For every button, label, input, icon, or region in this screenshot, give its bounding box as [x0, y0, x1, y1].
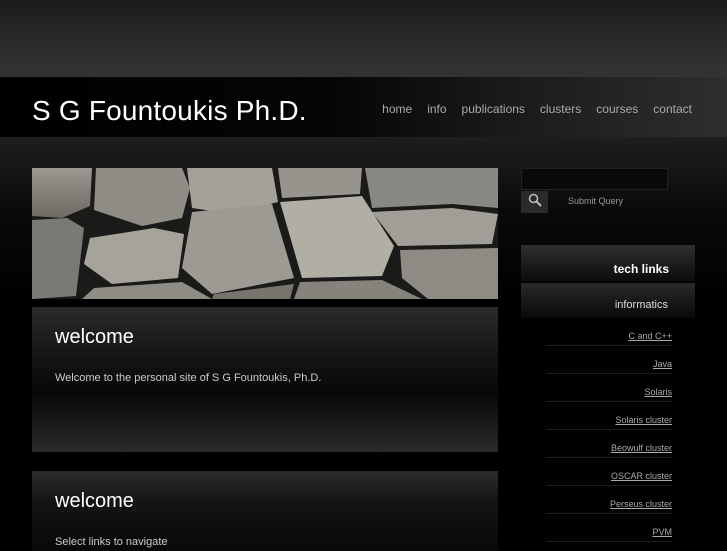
sidebar-subheading-label: informatics — [614, 299, 668, 311]
panel-text: Select links to navigate — [55, 536, 168, 548]
sidebar-subheading: informatics — [521, 283, 695, 318]
nav-courses[interactable]: courses — [596, 102, 638, 116]
list-item: Java — [546, 346, 672, 374]
welcome-panel: welcome Welcome to the personal site of … — [32, 307, 498, 452]
link-solaris[interactable]: Solaris — [644, 387, 672, 397]
link-solaris-cluster[interactable]: Solaris cluster — [615, 415, 672, 425]
link-c-and-cpp[interactable]: C and C++ — [628, 331, 672, 341]
list-item: Solaris — [546, 374, 672, 402]
search-icon — [528, 193, 542, 212]
main-nav: home info publications clusters courses … — [367, 102, 692, 116]
list-item: Solaris cluster — [546, 402, 672, 430]
list-item: PVM — [546, 514, 672, 542]
list-item: OSCAR cluster — [546, 458, 672, 486]
list-item: Beowulf cluster — [546, 430, 672, 458]
link-oscar-cluster[interactable]: OSCAR cluster — [611, 471, 672, 481]
panel-title: welcome — [55, 490, 134, 512]
link-pvm[interactable]: PVM — [652, 527, 672, 537]
link-perseus-cluster[interactable]: Perseus cluster — [610, 499, 672, 509]
site-title: S G Fountoukis Ph.D. — [32, 95, 307, 126]
list-item: C and C++ — [546, 318, 672, 346]
search-button[interactable] — [521, 191, 548, 213]
link-java[interactable]: Java — [653, 359, 672, 369]
sidebar-heading: tech links — [521, 245, 695, 281]
nav-home[interactable]: home — [382, 102, 412, 116]
sidebar-link-list: C and C++ Java Solaris Solaris cluster B… — [546, 318, 672, 542]
top-band — [0, 0, 727, 77]
navigate-panel: welcome Select links to navigate — [32, 471, 498, 551]
link-beowulf-cluster[interactable]: Beowulf cluster — [611, 443, 672, 453]
nav-contact[interactable]: contact — [653, 102, 692, 116]
panel-text: Welcome to the personal site of S G Foun… — [55, 372, 322, 384]
panel-title: welcome — [55, 326, 134, 348]
search-input[interactable] — [521, 168, 668, 190]
stone-wall-banner — [32, 168, 498, 299]
nav-clusters[interactable]: clusters — [540, 102, 581, 116]
sidebar-heading-label: tech links — [613, 262, 669, 276]
nav-info[interactable]: info — [427, 102, 446, 116]
nav-publications[interactable]: publications — [462, 102, 525, 116]
submit-query-button[interactable]: Submit Query — [568, 196, 623, 206]
list-item: Perseus cluster — [546, 486, 672, 514]
